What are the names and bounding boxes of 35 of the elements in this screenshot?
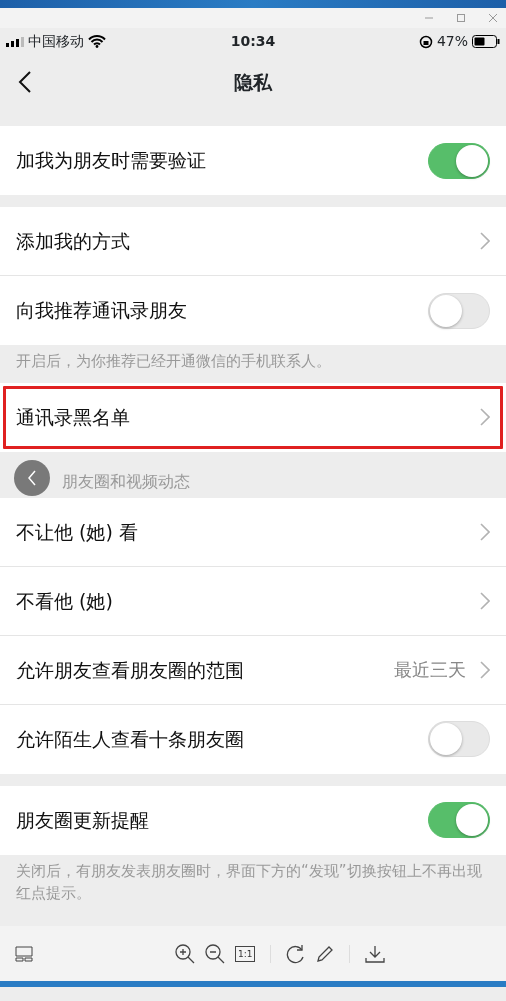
- chevron-right-icon: [480, 591, 490, 610]
- signal-icon: [6, 36, 24, 47]
- maximize-icon[interactable]: [456, 13, 466, 23]
- chevron-right-icon: [480, 660, 490, 679]
- setting-label: 朋友圈更新提醒: [16, 808, 150, 833]
- setting-label: 通讯录黑名单: [16, 405, 131, 430]
- page-title: 隐私: [234, 70, 272, 96]
- close-icon[interactable]: [488, 13, 498, 23]
- chevron-right-icon: [480, 408, 490, 427]
- rotation-lock-icon: [418, 34, 433, 49]
- overlay-back-button[interactable]: [14, 459, 50, 496]
- chevron-right-icon: [480, 522, 490, 541]
- setting-label: 允许朋友查看朋友圈的范围: [16, 657, 245, 683]
- back-icon: [18, 69, 32, 94]
- setting-value: 最近三天: [394, 658, 466, 683]
- chevron-left-icon: [27, 469, 37, 486]
- battery-icon: [472, 35, 500, 48]
- clock-time: 10:34: [229, 32, 277, 51]
- wifi-icon: [88, 35, 106, 48]
- chevron-right-icon: [480, 232, 490, 250]
- setting-label: 加我为朋友时需要验证: [16, 148, 207, 174]
- back-button[interactable]: [18, 69, 32, 94]
- footnote-text: 关闭后，有朋友发表朋友圈时，界面下方的“发现”切换按钮上不再出现红点提示。: [15, 860, 483, 904]
- setting-label: 允许陌生人查看十条朋友圈: [16, 727, 245, 752]
- footnote-text: 开启后，为你推荐已经开通微信的手机联系人。: [15, 351, 332, 372]
- setting-label: 不让他 (她) 看: [16, 519, 139, 545]
- battery-percent: 47%: [436, 32, 468, 51]
- highlighted-setting-row[interactable]: 通讯录黑名单: [0, 382, 506, 452]
- carrier-name: 中国移动: [28, 32, 84, 51]
- section-header: 朋友圈和视频动态: [62, 471, 190, 491]
- setting-label: 向我推荐通讯录朋友: [16, 298, 188, 324]
- toggle-switch[interactable]: [428, 802, 490, 839]
- setting-label: 添加我的方式: [16, 228, 131, 254]
- toggle-switch[interactable]: [428, 142, 490, 179]
- setting-label: 不看他 (她): [16, 588, 114, 614]
